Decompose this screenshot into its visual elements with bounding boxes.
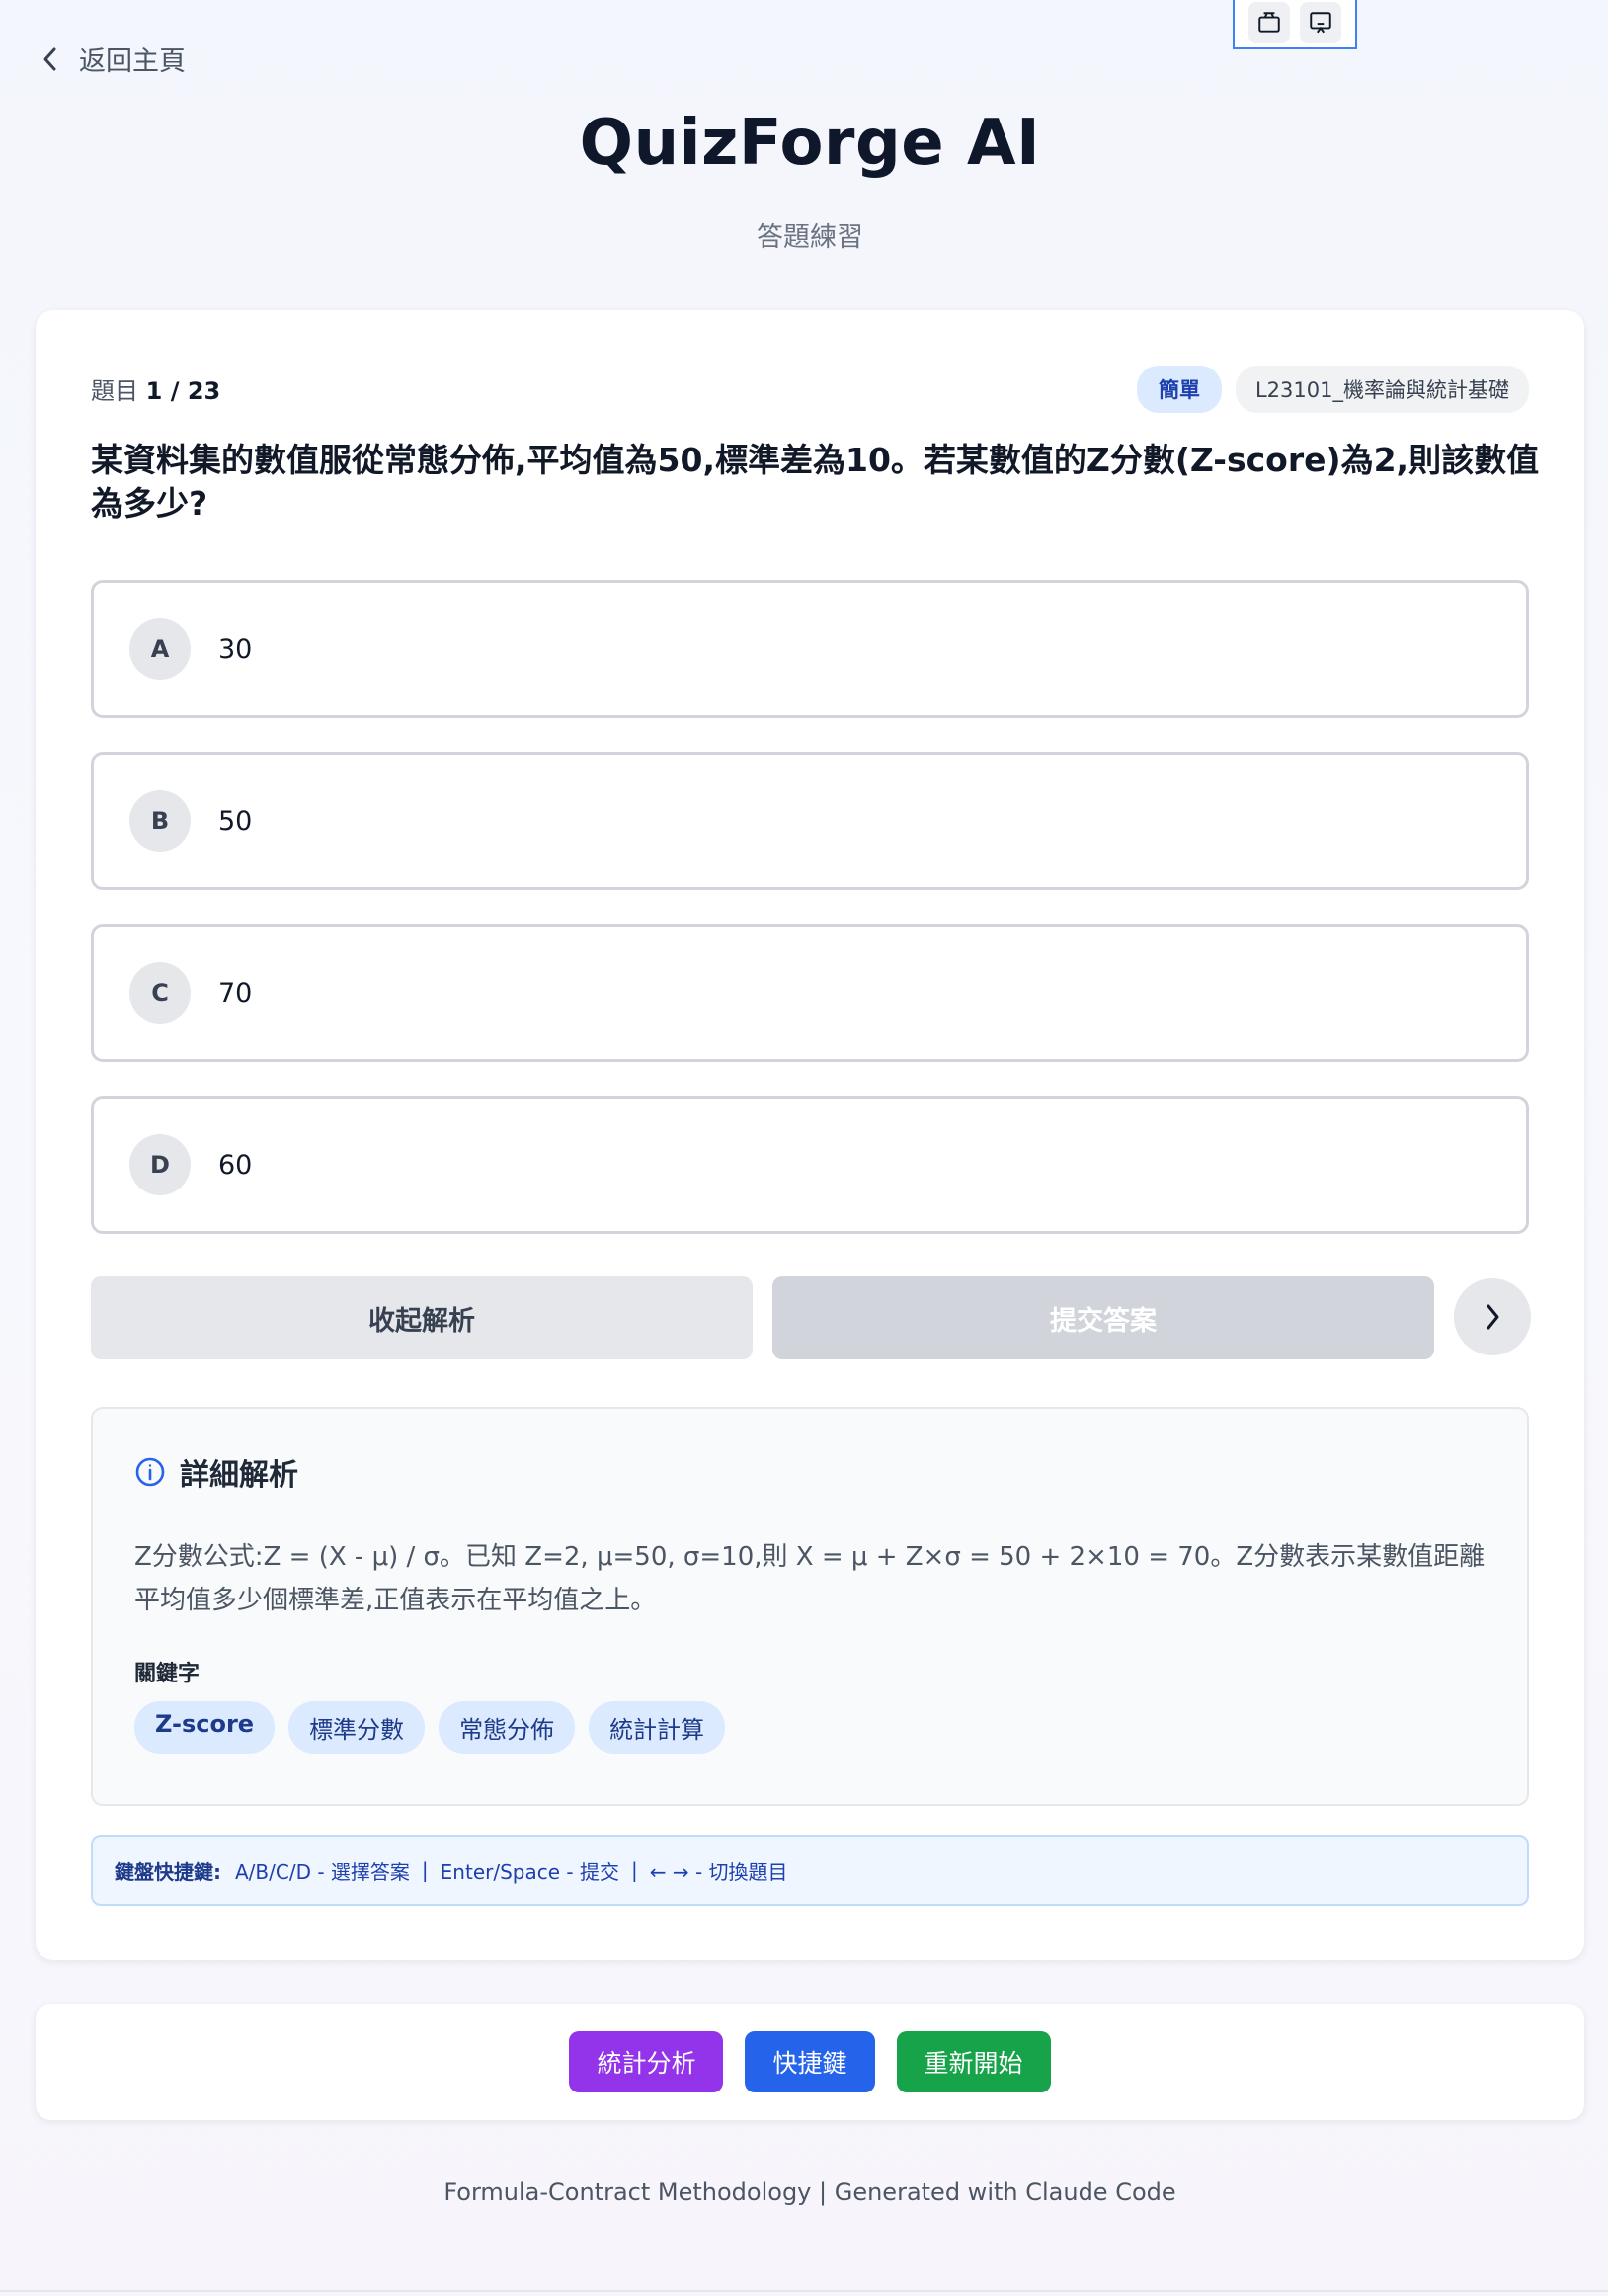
info-circle-icon bbox=[135, 1457, 165, 1487]
explanation-title: 詳細解析 bbox=[180, 1458, 298, 1493]
restart-button[interactable]: 重新開始 bbox=[896, 2031, 1051, 2092]
shortcut-separator: | bbox=[421, 1858, 429, 1882]
topic-badge: L23101_機率論與統計基礎 bbox=[1235, 366, 1529, 413]
explanation-header: 詳細解析 bbox=[134, 1450, 298, 1494]
shortcut-item: Enter/Space - 提交 bbox=[440, 1859, 619, 1884]
page-subtitle: 答題練習 bbox=[757, 222, 863, 253]
keyword-list: Z-score 標準分數 常態分佈 統計計算 bbox=[134, 1701, 726, 1754]
option-letter: B bbox=[129, 790, 191, 852]
difficulty-badge: 簡單 bbox=[1136, 366, 1222, 413]
option-letter: A bbox=[129, 618, 191, 680]
explanation-panel: 詳細解析 Z分數公式:Z = (X - μ) / σ。已知 Z=2, μ=50,… bbox=[91, 1407, 1529, 1806]
floating-toolbar bbox=[1233, 0, 1357, 49]
shortcut-item: A/B/C/D - 選擇答案 bbox=[235, 1859, 410, 1884]
quiz-card: 題目 1 / 23 簡單 L23101_機率論與統計基礎 某資料集的數值服從常態… bbox=[36, 310, 1584, 1960]
option-value: 70 bbox=[218, 977, 253, 1009]
back-link-label: 返回主頁 bbox=[79, 46, 186, 77]
question-counter-value: 1 / 23 bbox=[145, 377, 221, 405]
keyword-tag: 常態分佈 bbox=[439, 1701, 576, 1754]
chevron-right-icon bbox=[1487, 1304, 1499, 1330]
option-letter: D bbox=[129, 1134, 191, 1195]
action-bar: 統計分析 快捷鍵 重新開始 bbox=[36, 2004, 1584, 2120]
question-counter: 題目 1 / 23 bbox=[91, 371, 220, 406]
shortcuts-button[interactable]: 快捷鍵 bbox=[745, 2031, 875, 2092]
collapse-explanation-button[interactable]: 收起解析 bbox=[91, 1276, 753, 1359]
keyword-tag: Z-score bbox=[134, 1701, 276, 1754]
option-value: 50 bbox=[218, 805, 253, 837]
shortcuts-label: 鍵盤快捷鍵: bbox=[115, 1859, 221, 1884]
toolbar-cast-button[interactable] bbox=[1300, 2, 1341, 43]
keyword-tag: 標準分數 bbox=[288, 1701, 426, 1754]
back-to-home-link[interactable]: 返回主頁 bbox=[40, 40, 186, 78]
option-value: 30 bbox=[218, 633, 253, 665]
shortcut-item: ← → - 切換題目 bbox=[649, 1859, 788, 1884]
option-value: 60 bbox=[218, 1149, 253, 1181]
shortcut-separator: | bbox=[630, 1858, 638, 1882]
option-d[interactable]: D 60 bbox=[91, 1096, 1529, 1234]
question-tags: 簡單 L23101_機率論與統計基礎 bbox=[1136, 366, 1529, 413]
footer-text: Formula-Contract Methodology | Generated… bbox=[443, 2178, 1176, 2206]
explanation-text: Z分數公式:Z = (X - μ) / σ。已知 Z=2, μ=50, σ=10… bbox=[134, 1542, 1486, 1615]
submit-answer-button[interactable]: 提交答案 bbox=[772, 1276, 1434, 1359]
camera-icon bbox=[1258, 12, 1280, 33]
toolbar-camera-button[interactable] bbox=[1248, 2, 1290, 43]
keywords-label: 關鍵字 bbox=[134, 1662, 201, 1686]
bottom-divider bbox=[0, 2290, 1608, 2292]
next-question-button[interactable] bbox=[1454, 1278, 1531, 1355]
chevron-left-icon bbox=[43, 47, 56, 70]
screen-cast-icon bbox=[1310, 12, 1331, 34]
option-b[interactable]: B 50 bbox=[91, 752, 1529, 890]
option-c[interactable]: C 70 bbox=[91, 924, 1529, 1062]
question-counter-label: 題目 bbox=[91, 377, 138, 405]
app-title: QuizForge AI bbox=[579, 107, 1041, 180]
keyword-tag: 統計計算 bbox=[589, 1701, 726, 1754]
statistics-button[interactable]: 統計分析 bbox=[569, 2031, 724, 2092]
option-a[interactable]: A 30 bbox=[91, 580, 1529, 718]
keyboard-shortcuts-hint: 鍵盤快捷鍵: A/B/C/D - 選擇答案 | Enter/Space - 提交… bbox=[91, 1835, 1529, 1906]
option-letter: C bbox=[129, 962, 191, 1024]
question-text: 某資料集的數值服從常態分佈,平均值為50,標準差為10。若某數值的Z分數(Z-s… bbox=[91, 441, 1540, 523]
